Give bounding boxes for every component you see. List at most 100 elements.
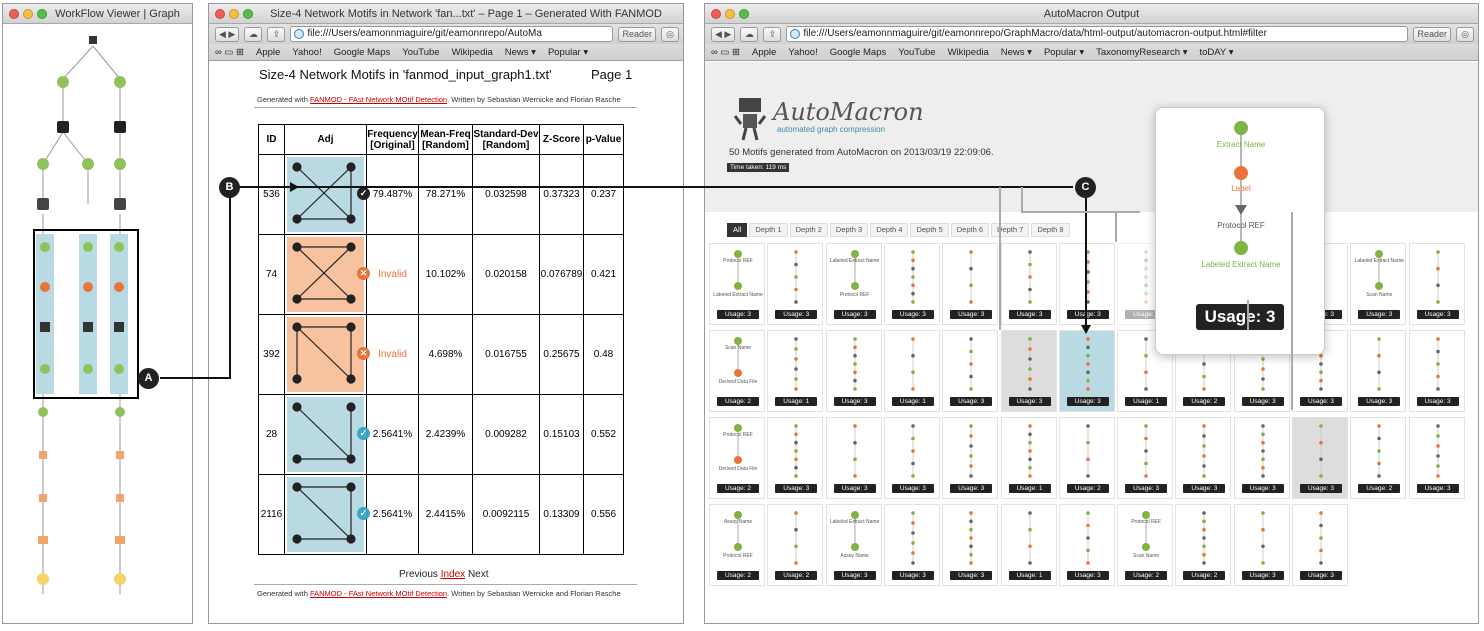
bookmark-item[interactable]: Popular ▾: [1044, 47, 1084, 58]
zoom-window-icon[interactable]: [739, 9, 749, 19]
workflow-node[interactable]: [57, 121, 69, 133]
motif-card[interactable]: Usage: 1: [767, 330, 824, 412]
motif-card[interactable]: Scan Name Derived Data File Usage: 2: [709, 330, 765, 412]
workflow-node[interactable]: [37, 198, 49, 210]
address-bar[interactable]: file:///Users/eamonnmaguire/git/eamonnre…: [290, 26, 614, 42]
minimize-window-icon[interactable]: [725, 9, 735, 19]
motif-card[interactable]: Usage: 2: [767, 504, 824, 586]
motif-popup[interactable]: Extract Name Label Protocol REF Labeled …: [1155, 107, 1325, 355]
start-node[interactable]: [89, 36, 97, 44]
zoom-window-icon[interactable]: [37, 9, 47, 19]
tab-depth-7[interactable]: Depth 7: [991, 223, 1030, 237]
motif-card[interactable]: Usage: 3: [1058, 243, 1115, 325]
back-forward-button[interactable]: ◀ ▶: [711, 26, 736, 42]
minimize-window-icon[interactable]: [229, 9, 239, 19]
workflow-node[interactable]: [57, 76, 69, 88]
window-titlebar[interactable]: AutoMacron Output: [705, 4, 1478, 24]
motif-card[interactable]: Usage: 3: [1000, 330, 1057, 412]
motif-card[interactable]: Protocol REF Labeled Extract Name Usage: 3: [709, 243, 765, 325]
motif-card[interactable]: Usage: 1: [1000, 504, 1057, 586]
bookmark-item[interactable]: Yahoo!: [292, 47, 321, 58]
motif-card[interactable]: Labeled Extract Name Assay Name Usage: 3: [825, 504, 882, 586]
motif-card[interactable]: Protocol REF Derived Data File Usage: 2: [709, 417, 765, 499]
motif-card[interactable]: Usage: 3: [942, 417, 999, 499]
motif-card[interactable]: Usage: 3: [942, 504, 999, 586]
downloads-icon[interactable]: ◎: [661, 26, 679, 42]
bookmark-item[interactable]: Apple: [256, 47, 280, 58]
table-row[interactable]: 74 ✕ Invalid 10.102% 0.020158 0.076789 0…: [258, 234, 624, 315]
workflow-graph[interactable]: [3, 24, 193, 624]
close-window-icon[interactable]: [711, 9, 721, 19]
motif-card[interactable]: Usage: 3: [1000, 243, 1057, 325]
motif-card[interactable]: Usage: 3: [942, 330, 999, 412]
motif-card[interactable]: Usage: 3: [1292, 504, 1348, 586]
next-link[interactable]: Next: [468, 569, 489, 580]
motif-card[interactable]: Usage: 3: [1117, 417, 1174, 499]
table-row[interactable]: 392 ✕ Invalid 4.698% 0.016755 0.25675 0.…: [258, 314, 624, 395]
tab-depth-6[interactable]: Depth 6: [950, 223, 990, 237]
bookmark-item[interactable]: toDAY ▾: [1199, 47, 1233, 58]
downloads-icon[interactable]: ◎: [1456, 26, 1474, 42]
workflow-node[interactable]: [37, 158, 49, 170]
motif-card[interactable]: Usage: 3: [883, 243, 940, 325]
motif-card[interactable]: Usage: 3: [942, 243, 999, 325]
motif-card[interactable]: Usage: 3: [883, 504, 940, 586]
bookmark-item[interactable]: Wikipedia: [452, 47, 493, 58]
motif-card[interactable]: Usage: 1: [883, 330, 940, 412]
table-row[interactable]: 2116 ✓ 2.5641% 2.4415% 0.0092115 0.13309…: [258, 474, 624, 555]
motif-card[interactable]: Usage: 3: [1408, 243, 1465, 325]
tab-depth-1[interactable]: Depth 1: [749, 223, 788, 237]
workflow-node[interactable]: [114, 198, 126, 210]
motif-card[interactable]: Usage: 3: [825, 330, 882, 412]
back-forward-button[interactable]: ◀ ▶: [215, 26, 240, 42]
motif-card[interactable]: Usage: 2: [1175, 504, 1232, 586]
motif-card[interactable]: Usage: 2: [1058, 417, 1115, 499]
workflow-node[interactable]: [82, 158, 94, 170]
motif-card[interactable]: Usage: 1: [1000, 417, 1057, 499]
motif-card[interactable]: Usage: 3: [883, 417, 940, 499]
motif-card[interactable]: Usage: 3: [1058, 504, 1115, 586]
motif-card[interactable]: Labeled Extract Name Scan Name Usage: 3: [1350, 243, 1407, 325]
reader-button[interactable]: Reader: [618, 26, 656, 42]
share-icon[interactable]: ⇪: [267, 26, 286, 42]
motif-card[interactable]: Labeled Extract Name Protocol REF Usage: 3: [825, 243, 882, 325]
tab-depth-8[interactable]: Depth 8: [1031, 223, 1070, 237]
motif-card[interactable]: Usage: 3: [1408, 417, 1465, 499]
workflow-node[interactable]: [114, 158, 126, 170]
cloud-icon[interactable]: ☁: [244, 26, 263, 42]
workflow-node[interactable]: [114, 76, 126, 88]
table-row[interactable]: 536 ✓ 79.487% 78.271% 0.032598 0.37323 0…: [258, 154, 624, 235]
share-icon[interactable]: ⇪: [763, 26, 782, 42]
bookmark-item[interactable]: YouTube: [402, 47, 439, 58]
index-link[interactable]: Index: [441, 569, 465, 580]
reader-button[interactable]: Reader: [1413, 26, 1451, 42]
motif-card[interactable]: Usage: 3: [767, 243, 824, 325]
reading-list-icon[interactable]: ∞ ▭ ⊞: [711, 47, 740, 58]
motif-card[interactable]: Usage: 3: [1233, 417, 1290, 499]
tab-depth-3[interactable]: Depth 3: [829, 223, 869, 237]
reading-list-icon[interactable]: ∞ ▭ ⊞: [215, 47, 244, 58]
cloud-icon[interactable]: ☁: [740, 26, 759, 42]
motif-card[interactable]: Protocol REF Scan Name Usage: 2: [1117, 504, 1174, 586]
window-titlebar[interactable]: WorkFlow Viewer | Graph: [3, 4, 192, 24]
zoom-window-icon[interactable]: [243, 9, 253, 19]
tab-depth-5[interactable]: Depth 5: [910, 223, 949, 237]
bookmark-item[interactable]: Google Maps: [334, 47, 391, 58]
motif-card[interactable]: Usage: 3: [767, 417, 824, 499]
tab-depth-2[interactable]: Depth 2: [789, 223, 828, 237]
fanmod-link[interactable]: FANMOD - FAst Network MOtif Detection: [310, 589, 447, 598]
fanmod-link[interactable]: FANMOD - FAst Network MOtif Detection: [310, 95, 447, 104]
motif-card[interactable]: Usage: 3: [1233, 504, 1290, 586]
bookmark-item[interactable]: News ▾: [1001, 47, 1032, 58]
close-window-icon[interactable]: [9, 9, 19, 19]
tab-all[interactable]: All: [727, 223, 748, 237]
address-bar[interactable]: file:///Users/eamonnmaguire/git/eamonnre…: [786, 26, 1409, 42]
motif-card[interactable]: Usage: 3: [1058, 330, 1115, 412]
workflow-node[interactable]: [114, 121, 126, 133]
table-row[interactable]: 28 ✓ 2.5641% 2.4239% 0.009282 0.15103 0.…: [258, 394, 624, 475]
motif-card[interactable]: Assay Name Protocol REF Usage: 2: [709, 504, 765, 586]
motif-card[interactable]: Usage: 3: [1292, 417, 1348, 499]
close-window-icon[interactable]: [215, 9, 225, 19]
motif-card[interactable]: Usage: 3: [825, 417, 882, 499]
minimize-window-icon[interactable]: [23, 9, 33, 19]
